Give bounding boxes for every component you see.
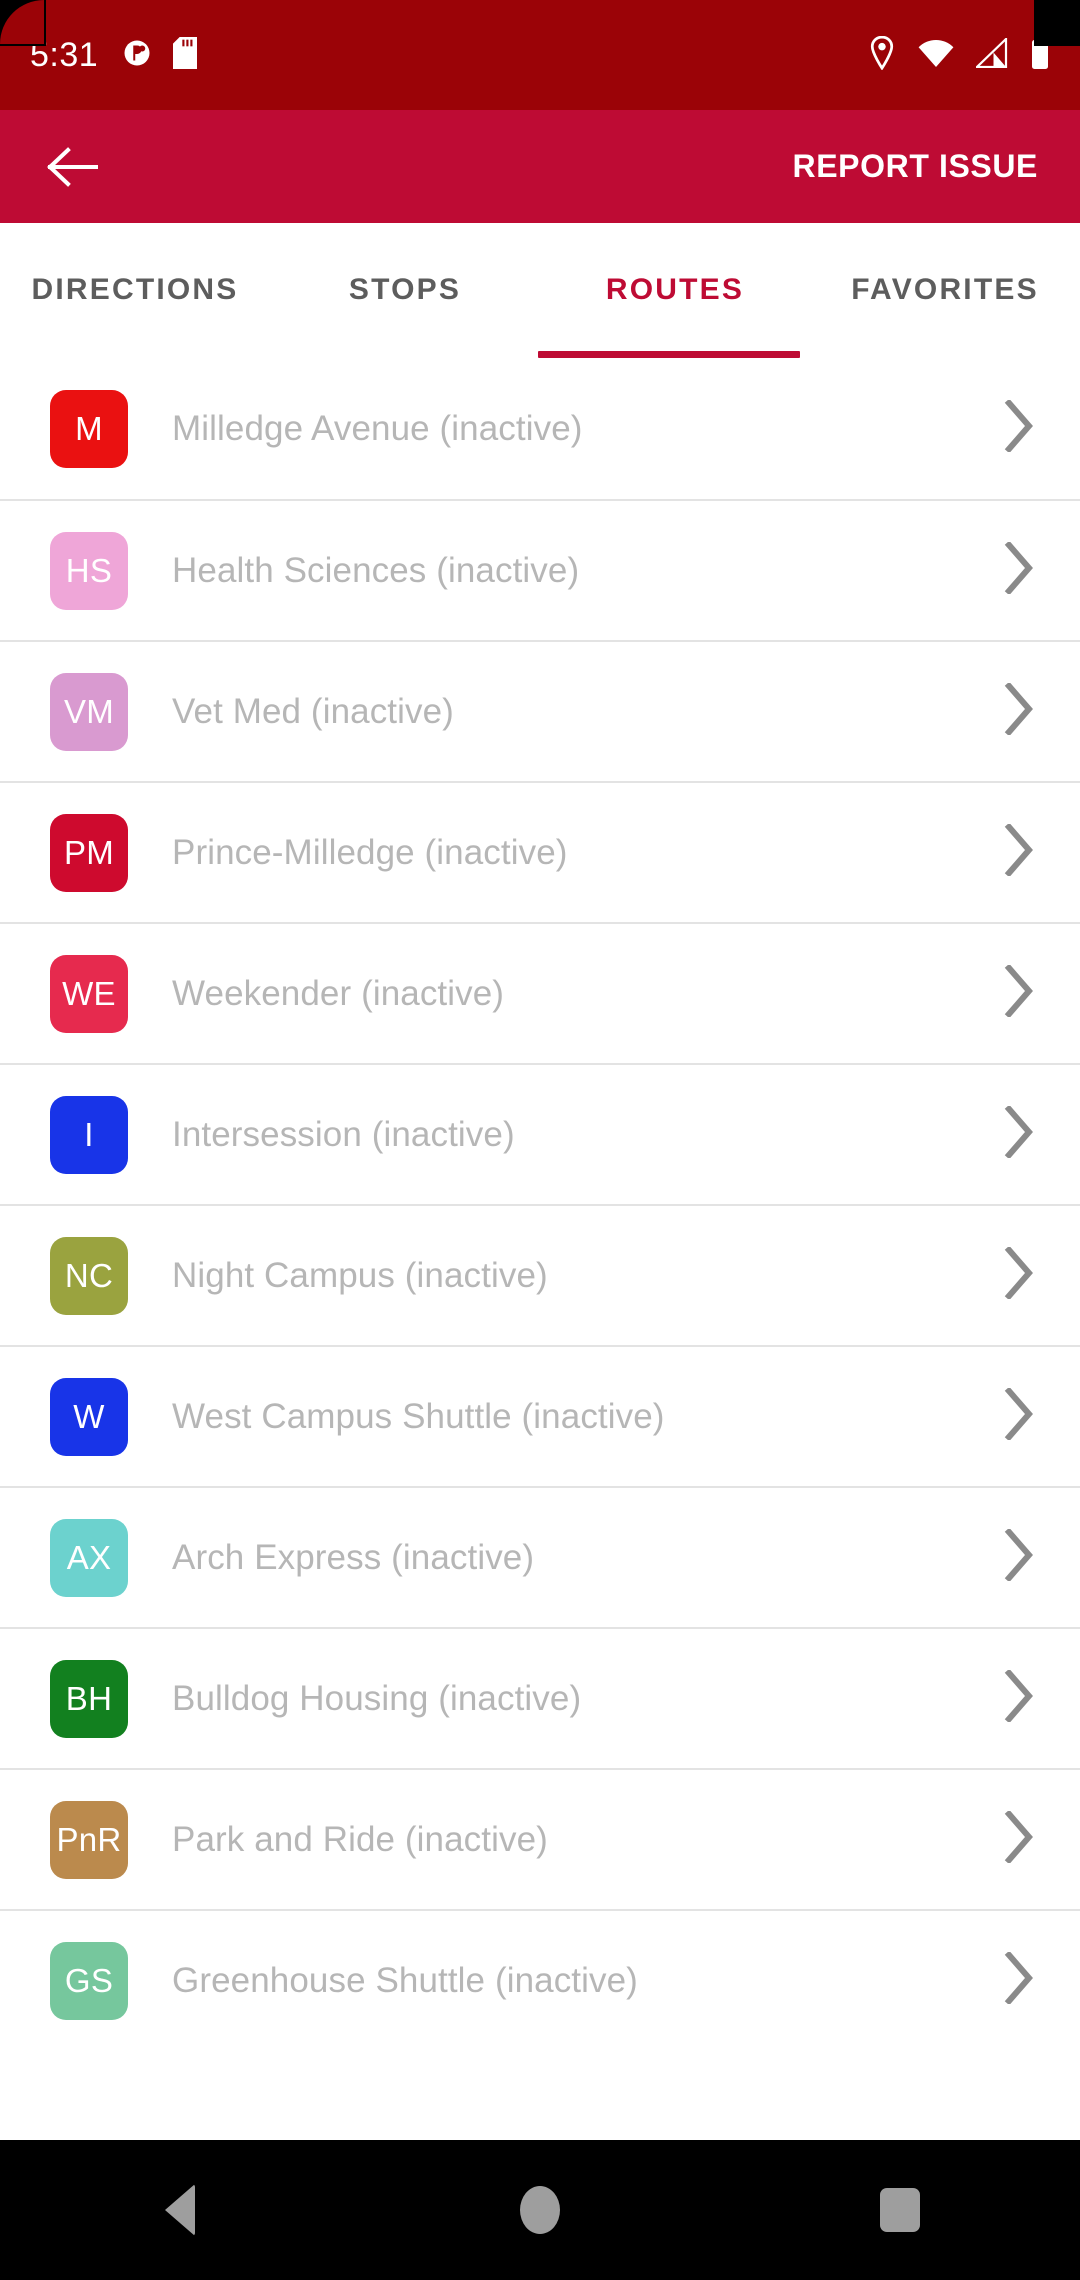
route-name: Intersession (inactive)	[172, 1114, 515, 1154]
route-row[interactable]: PM Prince-Milledge (inactive)	[0, 781, 1080, 922]
tab-routes-label: ROUTES	[605, 273, 745, 307]
route-badge: W	[50, 1377, 128, 1456]
battery-icon	[1030, 36, 1050, 74]
chevron-right-icon[interactable]	[1004, 1809, 1034, 1868]
sd-card-icon	[172, 36, 198, 74]
route-name: Health Sciences (inactive)	[172, 550, 580, 590]
route-badge: GS	[50, 1941, 128, 2020]
route-name: Bulldog Housing (inactive)	[172, 1678, 582, 1718]
phone-screen: 5:31 REPORT ISSUE DIRECTIONS STOPS ROUTE…	[0, 0, 1080, 2280]
wifi-icon	[918, 38, 954, 73]
route-badge: M	[50, 389, 128, 468]
tab-directions-label: DIRECTIONS	[31, 273, 239, 307]
route-row[interactable]: BH Bulldog Housing (inactive)	[0, 1627, 1080, 1768]
route-badge: PnR	[50, 1800, 128, 1879]
route-badge: WE	[50, 954, 128, 1033]
tab-directions[interactable]: DIRECTIONS	[0, 223, 270, 358]
square-recents-icon	[880, 2188, 920, 2232]
route-row[interactable]: HS Health Sciences (inactive)	[0, 499, 1080, 640]
chevron-right-icon[interactable]	[1004, 963, 1034, 1022]
cell-signal-icon	[974, 35, 1008, 73]
routes-list[interactable]: M Milledge Avenue (inactive) HS Health Scie…	[0, 358, 1080, 2050]
route-row[interactable]: M Milledge Avenue (inactive)	[0, 358, 1080, 499]
chevron-right-icon[interactable]	[1004, 1245, 1034, 1304]
back-button[interactable]	[40, 135, 104, 199]
route-name: Arch Express (inactive)	[172, 1537, 535, 1577]
nav-home-button[interactable]	[465, 2140, 615, 2280]
route-name: West Campus Shuttle (inactive)	[172, 1396, 665, 1436]
circle-home-icon	[520, 2186, 560, 2234]
route-row[interactable]: I Intersession (inactive)	[0, 1063, 1080, 1204]
chevron-right-icon[interactable]	[1004, 822, 1034, 881]
route-name: Prince-Milledge (inactive)	[172, 832, 568, 872]
route-name: Night Campus (inactive)	[172, 1255, 548, 1295]
back-arrow-icon	[47, 146, 98, 187]
route-row[interactable]: VM Vet Med (inactive)	[0, 640, 1080, 781]
route-badge: VM	[50, 672, 128, 751]
route-name: Milledge Avenue (inactive)	[172, 408, 583, 448]
android-navigation-bar	[0, 2140, 1080, 2280]
route-name: Weekender (inactive)	[172, 973, 505, 1013]
chevron-right-icon[interactable]	[1004, 681, 1034, 740]
chevron-right-icon[interactable]	[1004, 398, 1034, 457]
route-badge: AX	[50, 1518, 128, 1597]
nav-recents-button[interactable]	[825, 2140, 975, 2280]
app-notification-icon	[122, 37, 152, 74]
route-row[interactable]: WE Weekender (inactive)	[0, 922, 1080, 1063]
tab-favorites[interactable]: FAVORITES	[810, 223, 1080, 358]
chevron-right-icon[interactable]	[1004, 540, 1034, 599]
tab-stops-label: STOPS	[348, 273, 462, 307]
tab-bar: DIRECTIONS STOPS ROUTES FAVORITES	[0, 223, 1080, 358]
route-badge: PM	[50, 813, 128, 892]
status-bar-clock: 5:31	[30, 35, 99, 74]
chevron-right-icon[interactable]	[1004, 1668, 1034, 1727]
tab-routes[interactable]: ROUTES	[540, 223, 810, 358]
report-issue-button[interactable]: REPORT ISSUE	[787, 134, 1044, 199]
status-bar-left-icons	[122, 36, 198, 74]
route-row[interactable]: W West Campus Shuttle (inactive)	[0, 1345, 1080, 1486]
status-bar: 5:31	[0, 0, 1080, 110]
status-bar-right-icons	[868, 35, 1050, 75]
app-bar: REPORT ISSUE	[0, 110, 1080, 223]
route-badge: NC	[50, 1236, 128, 1315]
active-tab-indicator	[538, 351, 800, 358]
route-badge: I	[50, 1095, 128, 1174]
chevron-right-icon[interactable]	[1004, 1386, 1034, 1445]
route-badge: HS	[50, 531, 128, 610]
chevron-right-icon[interactable]	[1004, 1104, 1034, 1163]
location-pin-icon	[868, 35, 896, 75]
chevron-right-icon[interactable]	[1004, 1950, 1034, 2009]
route-badge: BH	[50, 1659, 128, 1738]
tab-favorites-label: FAVORITES	[851, 273, 1039, 307]
route-name: Vet Med (inactive)	[172, 691, 454, 731]
route-row[interactable]: PnR Park and Ride (inactive)	[0, 1768, 1080, 1909]
triangle-back-icon	[165, 2184, 195, 2236]
route-name: Park and Ride (inactive)	[172, 1819, 548, 1859]
route-row[interactable]: NC Night Campus (inactive)	[0, 1204, 1080, 1345]
route-name: Greenhouse Shuttle (inactive)	[172, 1960, 638, 2000]
route-row[interactable]: AX Arch Express (inactive)	[0, 1486, 1080, 1627]
route-row[interactable]: GS Greenhouse Shuttle (inactive)	[0, 1909, 1080, 2050]
tab-stops[interactable]: STOPS	[270, 223, 540, 358]
nav-back-button[interactable]	[105, 2140, 255, 2280]
chevron-right-icon[interactable]	[1004, 1527, 1034, 1586]
